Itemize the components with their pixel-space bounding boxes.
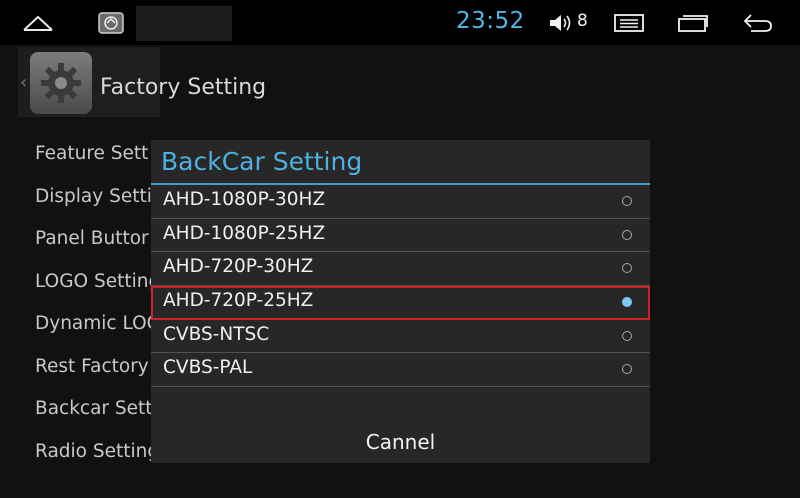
menu-item-dynamic-logo[interactable]: Dynamic LOC	[35, 311, 155, 354]
option-cvbs-ntsc[interactable]: CVBS-NTSC	[151, 320, 650, 354]
radio-button[interactable]	[622, 263, 632, 274]
status-placeholder	[136, 6, 232, 41]
radio-button[interactable]	[622, 229, 632, 240]
radio-button[interactable]	[622, 364, 632, 375]
cancel-button[interactable]: Cannel	[151, 423, 650, 461]
radio-button-checked[interactable]	[622, 297, 632, 308]
chevron-left-icon[interactable]: ‹	[20, 72, 27, 93]
option-label: AHD-1080P-25HZ	[163, 222, 326, 244]
page-title: Factory Setting	[100, 75, 267, 100]
volume-icon[interactable]	[547, 0, 573, 45]
option-ahd-720p-25hz[interactable]: AHD-720P-25HZ	[151, 286, 650, 320]
menu-item-backcar[interactable]: Backcar Sett	[35, 396, 155, 439]
option-label: AHD-720P-30HZ	[163, 256, 314, 278]
radio-button[interactable]	[622, 330, 632, 341]
option-label: CVBS-NTSC	[163, 323, 270, 345]
option-ahd-720p-30hz[interactable]: AHD-720P-30HZ	[151, 252, 650, 287]
option-label: CVBS-PAL	[163, 357, 253, 379]
settings-menu: Feature Sett Display Setti Panel Buttor …	[35, 141, 155, 481]
back-icon[interactable]	[741, 0, 775, 45]
option-label: AHD-720P-25HZ	[163, 290, 314, 312]
option-ahd-1080p-30hz[interactable]: AHD-1080P-30HZ	[151, 185, 650, 219]
status-bar: 23:52 8	[0, 0, 800, 45]
menu-item-radio[interactable]: Radio Setting	[35, 439, 155, 482]
recent-apps-icon[interactable]	[677, 0, 709, 45]
gear-icon	[30, 52, 92, 114]
menu-item-reset-factory[interactable]: Rest Factory	[35, 354, 155, 397]
home-icon[interactable]	[20, 0, 56, 45]
backcar-dialog: BackCar Setting AHD-1080P-30HZ AHD-1080P…	[151, 140, 650, 463]
option-ahd-1080p-25hz[interactable]: AHD-1080P-25HZ	[151, 219, 650, 253]
option-cvbs-pal[interactable]: CVBS-PAL	[151, 353, 650, 388]
menu-icon[interactable]	[613, 0, 645, 45]
volume-level: 8	[577, 11, 588, 31]
menu-item-panel-button[interactable]: Panel Buttor	[35, 226, 155, 269]
dialog-title: BackCar Setting	[161, 147, 363, 176]
option-list: AHD-1080P-30HZ AHD-1080P-25HZ AHD-720P-3…	[151, 185, 650, 388]
menu-item-logo[interactable]: LOGO Setting	[35, 269, 155, 312]
option-label: AHD-1080P-30HZ	[163, 189, 326, 210]
app-icon[interactable]	[96, 0, 126, 45]
radio-button[interactable]	[622, 196, 632, 206]
menu-item-display[interactable]: Display Setti	[35, 184, 155, 227]
clock: 23:52	[456, 8, 525, 34]
menu-item-feature[interactable]: Feature Sett	[35, 141, 155, 184]
